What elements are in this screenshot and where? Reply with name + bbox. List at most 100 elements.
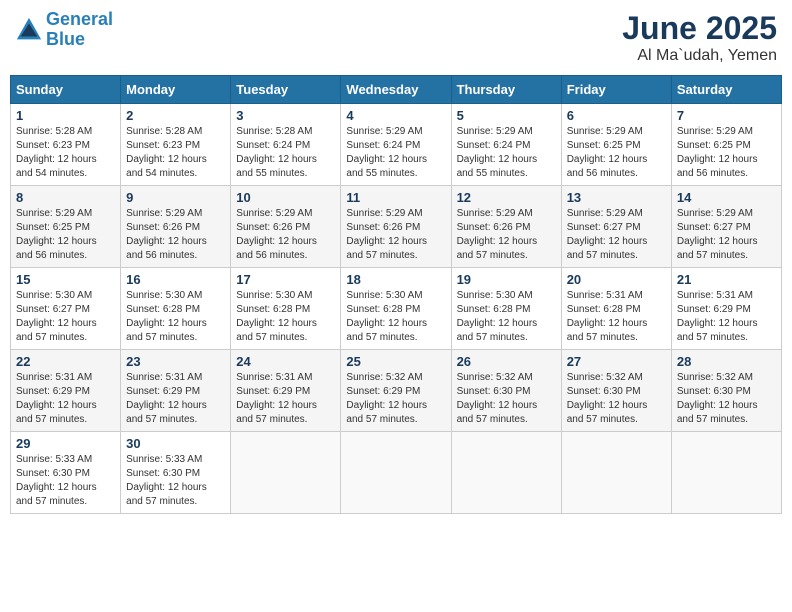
day-number: 11 <box>346 190 445 205</box>
sunrise-label: Sunrise: 5:31 AM <box>16 372 92 383</box>
sunset-label: Sunset: 6:28 PM <box>346 304 420 315</box>
sunrise-label: Sunrise: 5:32 AM <box>567 372 643 383</box>
cell-content: Sunrise: 5:33 AM Sunset: 6:30 PM Dayligh… <box>16 453 115 509</box>
calendar-cell: 11 Sunrise: 5:29 AM Sunset: 6:26 PM Dayl… <box>341 186 451 268</box>
sunrise-label: Sunrise: 5:29 AM <box>677 208 753 219</box>
col-saturday: Saturday <box>671 76 781 104</box>
cell-content: Sunrise: 5:30 AM Sunset: 6:28 PM Dayligh… <box>126 289 225 345</box>
sunset-label: Sunset: 6:28 PM <box>457 304 531 315</box>
daylight-label: Daylight: 12 hours and 57 minutes. <box>126 318 207 343</box>
sunset-label: Sunset: 6:25 PM <box>567 140 641 151</box>
calendar-cell <box>231 432 341 514</box>
col-friday: Friday <box>561 76 671 104</box>
cell-content: Sunrise: 5:32 AM Sunset: 6:29 PM Dayligh… <box>346 371 445 427</box>
sunset-label: Sunset: 6:29 PM <box>346 386 420 397</box>
calendar-cell: 13 Sunrise: 5:29 AM Sunset: 6:27 PM Dayl… <box>561 186 671 268</box>
sunset-label: Sunset: 6:24 PM <box>457 140 531 151</box>
daylight-label: Daylight: 12 hours and 57 minutes. <box>236 400 317 425</box>
calendar-cell: 8 Sunrise: 5:29 AM Sunset: 6:25 PM Dayli… <box>11 186 121 268</box>
calendar-cell: 5 Sunrise: 5:29 AM Sunset: 6:24 PM Dayli… <box>451 104 561 186</box>
calendar-table: Sunday Monday Tuesday Wednesday Thursday… <box>10 75 782 514</box>
sunrise-label: Sunrise: 5:31 AM <box>236 372 312 383</box>
day-number: 10 <box>236 190 335 205</box>
daylight-label: Daylight: 12 hours and 57 minutes. <box>346 400 427 425</box>
cell-content: Sunrise: 5:32 AM Sunset: 6:30 PM Dayligh… <box>677 371 776 427</box>
calendar-cell: 15 Sunrise: 5:30 AM Sunset: 6:27 PM Dayl… <box>11 268 121 350</box>
sunset-label: Sunset: 6:28 PM <box>126 304 200 315</box>
cell-content: Sunrise: 5:29 AM Sunset: 6:27 PM Dayligh… <box>567 207 666 263</box>
day-number: 1 <box>16 108 115 123</box>
calendar-cell: 10 Sunrise: 5:29 AM Sunset: 6:26 PM Dayl… <box>231 186 341 268</box>
calendar-cell: 6 Sunrise: 5:29 AM Sunset: 6:25 PM Dayli… <box>561 104 671 186</box>
cell-content: Sunrise: 5:31 AM Sunset: 6:29 PM Dayligh… <box>677 289 776 345</box>
sunrise-label: Sunrise: 5:28 AM <box>236 126 312 137</box>
cell-content: Sunrise: 5:29 AM Sunset: 6:24 PM Dayligh… <box>457 125 556 181</box>
daylight-label: Daylight: 12 hours and 57 minutes. <box>457 318 538 343</box>
cell-content: Sunrise: 5:29 AM Sunset: 6:26 PM Dayligh… <box>236 207 335 263</box>
daylight-label: Daylight: 12 hours and 54 minutes. <box>126 154 207 179</box>
logo-text: General Blue <box>46 10 113 50</box>
logo-line2: Blue <box>46 29 85 49</box>
cell-content: Sunrise: 5:33 AM Sunset: 6:30 PM Dayligh… <box>126 453 225 509</box>
sunrise-label: Sunrise: 5:29 AM <box>567 208 643 219</box>
logo: General Blue <box>15 10 113 50</box>
calendar-cell: 22 Sunrise: 5:31 AM Sunset: 6:29 PM Dayl… <box>11 350 121 432</box>
sunset-label: Sunset: 6:27 PM <box>567 222 641 233</box>
cell-content: Sunrise: 5:29 AM Sunset: 6:26 PM Dayligh… <box>126 207 225 263</box>
daylight-label: Daylight: 12 hours and 54 minutes. <box>16 154 97 179</box>
sunrise-label: Sunrise: 5:32 AM <box>457 372 533 383</box>
daylight-label: Daylight: 12 hours and 57 minutes. <box>567 318 648 343</box>
cell-content: Sunrise: 5:31 AM Sunset: 6:29 PM Dayligh… <box>236 371 335 427</box>
sunrise-label: Sunrise: 5:33 AM <box>126 454 202 465</box>
daylight-label: Daylight: 12 hours and 56 minutes. <box>236 236 317 261</box>
cell-content: Sunrise: 5:32 AM Sunset: 6:30 PM Dayligh… <box>567 371 666 427</box>
sunrise-label: Sunrise: 5:29 AM <box>346 208 422 219</box>
calendar-cell: 9 Sunrise: 5:29 AM Sunset: 6:26 PM Dayli… <box>121 186 231 268</box>
sunrise-label: Sunrise: 5:29 AM <box>346 126 422 137</box>
calendar-cell: 25 Sunrise: 5:32 AM Sunset: 6:29 PM Dayl… <box>341 350 451 432</box>
calendar-cell: 21 Sunrise: 5:31 AM Sunset: 6:29 PM Dayl… <box>671 268 781 350</box>
sunset-label: Sunset: 6:30 PM <box>126 468 200 479</box>
calendar-cell: 7 Sunrise: 5:29 AM Sunset: 6:25 PM Dayli… <box>671 104 781 186</box>
sunrise-label: Sunrise: 5:29 AM <box>236 208 312 219</box>
day-number: 17 <box>236 272 335 287</box>
calendar-cell <box>451 432 561 514</box>
col-sunday: Sunday <box>11 76 121 104</box>
sunrise-label: Sunrise: 5:28 AM <box>16 126 92 137</box>
sunrise-label: Sunrise: 5:33 AM <box>16 454 92 465</box>
sunrise-label: Sunrise: 5:29 AM <box>126 208 202 219</box>
calendar-cell: 29 Sunrise: 5:33 AM Sunset: 6:30 PM Dayl… <box>11 432 121 514</box>
daylight-label: Daylight: 12 hours and 57 minutes. <box>567 236 648 261</box>
day-number: 3 <box>236 108 335 123</box>
sunrise-label: Sunrise: 5:29 AM <box>457 126 533 137</box>
daylight-label: Daylight: 12 hours and 56 minutes. <box>677 154 758 179</box>
sunset-label: Sunset: 6:30 PM <box>457 386 531 397</box>
sunset-label: Sunset: 6:26 PM <box>346 222 420 233</box>
sunset-label: Sunset: 6:29 PM <box>16 386 90 397</box>
sunrise-label: Sunrise: 5:32 AM <box>346 372 422 383</box>
sunset-label: Sunset: 6:24 PM <box>236 140 310 151</box>
daylight-label: Daylight: 12 hours and 55 minutes. <box>346 154 427 179</box>
sunrise-label: Sunrise: 5:32 AM <box>677 372 753 383</box>
cell-content: Sunrise: 5:30 AM Sunset: 6:28 PM Dayligh… <box>346 289 445 345</box>
col-wednesday: Wednesday <box>341 76 451 104</box>
daylight-label: Daylight: 12 hours and 57 minutes. <box>346 236 427 261</box>
sunrise-label: Sunrise: 5:31 AM <box>567 290 643 301</box>
day-number: 29 <box>16 436 115 451</box>
cell-content: Sunrise: 5:31 AM Sunset: 6:29 PM Dayligh… <box>16 371 115 427</box>
daylight-label: Daylight: 12 hours and 57 minutes. <box>677 318 758 343</box>
cell-content: Sunrise: 5:29 AM Sunset: 6:26 PM Dayligh… <box>346 207 445 263</box>
sunrise-label: Sunrise: 5:30 AM <box>457 290 533 301</box>
day-number: 26 <box>457 354 556 369</box>
calendar-cell: 18 Sunrise: 5:30 AM Sunset: 6:28 PM Dayl… <box>341 268 451 350</box>
day-number: 7 <box>677 108 776 123</box>
calendar-cell: 17 Sunrise: 5:30 AM Sunset: 6:28 PM Dayl… <box>231 268 341 350</box>
sunset-label: Sunset: 6:27 PM <box>16 304 90 315</box>
day-number: 22 <box>16 354 115 369</box>
sunrise-label: Sunrise: 5:31 AM <box>677 290 753 301</box>
sunset-label: Sunset: 6:23 PM <box>126 140 200 151</box>
calendar-cell: 1 Sunrise: 5:28 AM Sunset: 6:23 PM Dayli… <box>11 104 121 186</box>
daylight-label: Daylight: 12 hours and 57 minutes. <box>126 482 207 507</box>
day-number: 14 <box>677 190 776 205</box>
page-header: General Blue June 2025 Al Ma`udah, Yemen <box>10 10 782 65</box>
